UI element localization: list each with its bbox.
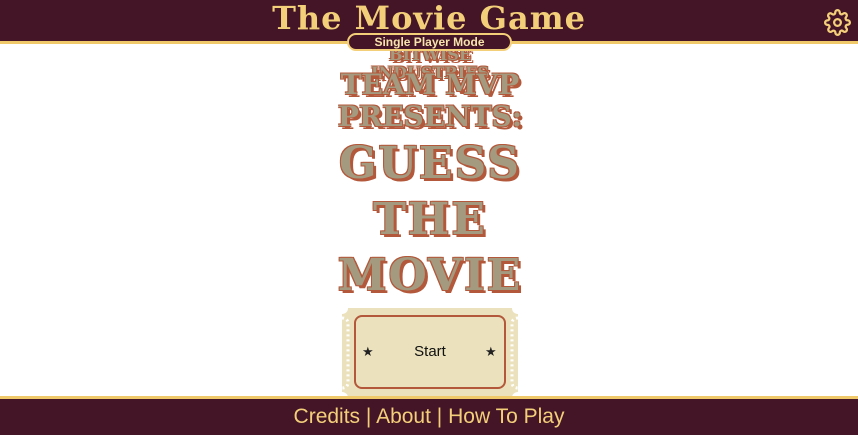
presenter-team: Team MVP (340, 68, 520, 101)
star-icon: ★ (485, 344, 497, 359)
poster-title-word: The (373, 194, 487, 245)
how-to-play-link[interactable]: How To Play (448, 405, 564, 428)
footer-nav: Credits | About | How To Play (0, 396, 858, 435)
app-title: The Movie Game (272, 0, 586, 37)
footer-separator: | (365, 405, 372, 428)
mode-badge: Single Player Mode (347, 33, 512, 51)
poster-title-word: Guess (338, 138, 522, 189)
presenter-presents: Presents: (337, 100, 523, 133)
credits-link[interactable]: Credits (294, 405, 361, 428)
gear-icon[interactable] (824, 9, 851, 36)
poster-title-word: Movie (337, 250, 523, 301)
start-button[interactable]: ★ Start ★ (342, 308, 518, 398)
about-link[interactable]: About (376, 405, 431, 428)
footer-separator: | (436, 405, 443, 428)
